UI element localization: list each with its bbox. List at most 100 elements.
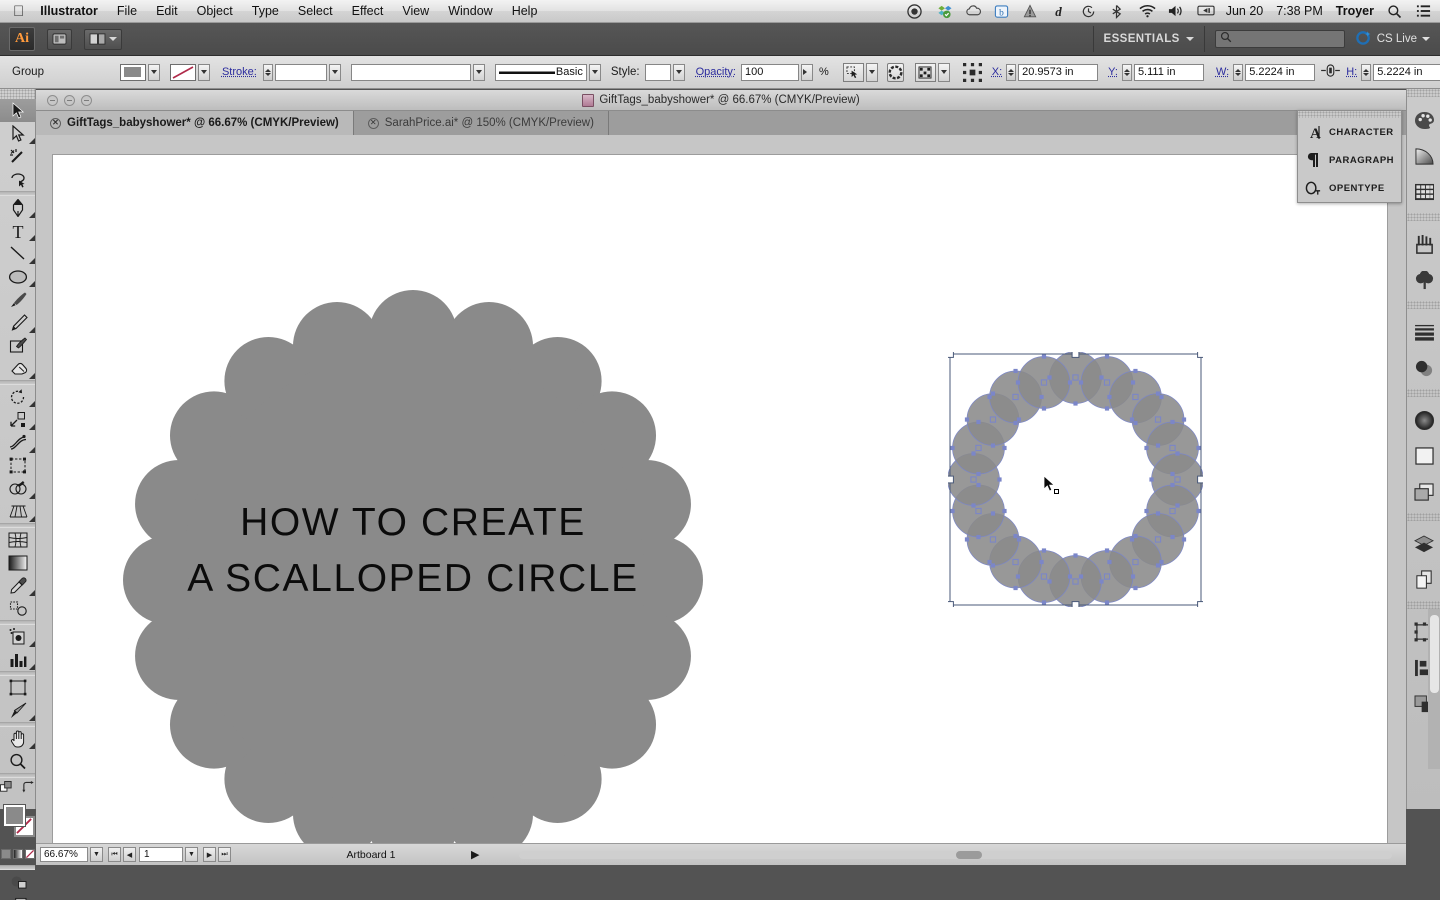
align-dropdown[interactable] [938,63,950,82]
symbols-panel-icon[interactable] [1407,262,1440,298]
cs-live-button[interactable]: CS Live [1355,29,1430,49]
canvas-area[interactable]: HOW TO CREATE A SCALLOPED CIRCLE [36,135,1406,843]
line-segment-tool[interactable] [0,242,36,265]
menu-illustrator[interactable]: Illustrator [40,4,98,18]
artboard-tool[interactable] [0,676,36,699]
paintbrush-tool[interactable] [0,288,36,311]
type-panel-grip[interactable] [1298,111,1401,118]
search-icon[interactable] [1387,4,1403,19]
appearance-panel-icon[interactable] [1407,438,1440,474]
gradient-icon[interactable] [13,849,23,859]
color-icon[interactable] [1,849,11,859]
dock-grip[interactable] [1407,513,1440,521]
volume-icon[interactable] [1168,4,1184,19]
h-control[interactable]: 5.2224 in [1361,64,1440,81]
document-tab-gifttags[interactable]: ✕ GiftTags_babyshower* @ 66.67% (CMYK/Pr… [36,111,354,135]
bluetooth-icon[interactable] [1110,4,1126,19]
horizontal-scrollbar[interactable] [519,848,1392,861]
menu-effect[interactable]: Effect [352,4,384,18]
opacity-label[interactable]: Opacity: [696,66,736,78]
align-control[interactable] [915,63,950,82]
transform-icon[interactable] [963,63,982,82]
opentype-panel-tab[interactable]: OPENTYPE [1298,174,1401,202]
dock-grip[interactable] [1407,89,1440,97]
type-panel-group[interactable]: A CHARACTER PARAGRAPH OPENTYPE [1297,110,1402,203]
scale-tool[interactable] [0,408,36,431]
status-menu-icon[interactable]: ▶ [471,848,479,861]
gradient-tool[interactable] [0,551,36,574]
layers-panel-icon[interactable] [1407,526,1440,562]
none-icon[interactable] [25,849,35,859]
recolor-artwork-icon[interactable] [887,63,904,82]
mesh-tool[interactable] [0,528,36,551]
brushes-panel-icon[interactable] [1407,226,1440,262]
default-fill-stroke-icon[interactable] [0,781,13,799]
stroke-swatch-control[interactable] [170,64,210,81]
graphic-style-swatch[interactable] [645,64,671,81]
toolbox-grip[interactable] [0,89,35,99]
select-similar-dropdown[interactable] [866,63,878,82]
record-icon[interactable] [907,4,923,19]
width-tool[interactable] [0,431,36,454]
stroke-swatch-none[interactable] [170,64,196,81]
menu-type[interactable]: Type [252,4,279,18]
magic-wand-tool[interactable] [0,145,36,168]
dock-scrollbar[interactable] [1428,609,1440,769]
scalloped-circle-artwork[interactable]: HOW TO CREATE A SCALLOPED CIRCLE [113,280,713,843]
ellipse-tool[interactable] [0,265,36,288]
close-icon[interactable]: ✕ [50,118,61,129]
stroke-weight-control[interactable] [263,64,341,81]
fill-stroke-indicator[interactable] [0,803,36,843]
perspective-grid-tool[interactable] [0,500,36,523]
blend-tool[interactable] [0,597,36,620]
blob-brush-tool[interactable] [0,334,36,357]
menu-bar-date[interactable]: Jun 20 [1226,4,1264,18]
shape-builder-tool[interactable] [0,477,36,500]
last-artboard-button[interactable]: ⏭ [218,847,231,862]
document-tab-sarahprice[interactable]: ✕ SarahPrice.ai* @ 150% (CMYK/Preview) [354,111,609,135]
zoom-dropdown-button[interactable]: ▼ [90,847,103,862]
stroke-swatch-dropdown[interactable] [198,64,210,81]
selected-circle-ring-svg[interactable] [948,352,1203,607]
opacity-field[interactable]: 100 [741,64,799,81]
stroke-weight-field[interactable] [275,64,327,81]
menu-object[interactable]: Object [197,4,233,18]
y-control[interactable]: 5.111 in [1122,64,1204,81]
zoom-tool[interactable] [0,750,36,773]
drawing-mode-icon[interactable] [0,870,36,893]
color-guide-panel-icon[interactable] [1407,138,1440,174]
lasso-tool[interactable] [0,168,36,191]
dropbox-d-icon[interactable]: d [1052,4,1068,19]
timemachine-icon[interactable] [1081,4,1097,19]
opacity-control[interactable]: 100 % [741,64,829,81]
dropbox-icon[interactable] [936,4,952,19]
graphic-styles-panel-icon[interactable] [1407,474,1440,510]
h-field[interactable]: 5.2224 in [1373,64,1440,81]
brush-definition-field[interactable] [351,64,471,81]
fill-swatch-dropdown[interactable] [148,64,160,81]
stroke-label[interactable]: Stroke: [222,66,257,78]
prev-artboard-button[interactable]: ◀ [123,847,136,862]
graphic-style-dropdown[interactable] [673,64,685,81]
cloud-icon[interactable] [965,4,981,19]
selection-tool[interactable] [0,99,36,122]
variable-width-control[interactable]: Basic [495,64,601,81]
column-graph-tool[interactable] [0,648,36,671]
menu-select[interactable]: Select [298,4,333,18]
artboard-number-field[interactable]: 1 [139,847,183,862]
notification-center-icon[interactable] [1416,4,1432,19]
workspace-switcher[interactable]: ESSENTIALS [1093,26,1205,52]
wifi-icon[interactable] [1139,4,1155,19]
stroke-panel-icon[interactable] [1407,314,1440,350]
rotate-tool[interactable] [0,385,36,408]
slice-tool[interactable] [0,699,36,722]
document-title-bar[interactable]: GiftTags_babyshower* @ 66.67% (CMYK/Prev… [36,90,1406,111]
transparency-panel-icon[interactable] [1407,350,1440,386]
menu-window[interactable]: Window [448,4,492,18]
align-icon[interactable] [915,63,936,82]
stroke-weight-stepper[interactable] [263,64,273,81]
dock-grip[interactable] [1407,389,1440,397]
gradient-panel-icon[interactable] [1407,402,1440,438]
pen-tool[interactable] [0,196,36,219]
paragraph-panel-tab[interactable]: PARAGRAPH [1298,146,1401,174]
